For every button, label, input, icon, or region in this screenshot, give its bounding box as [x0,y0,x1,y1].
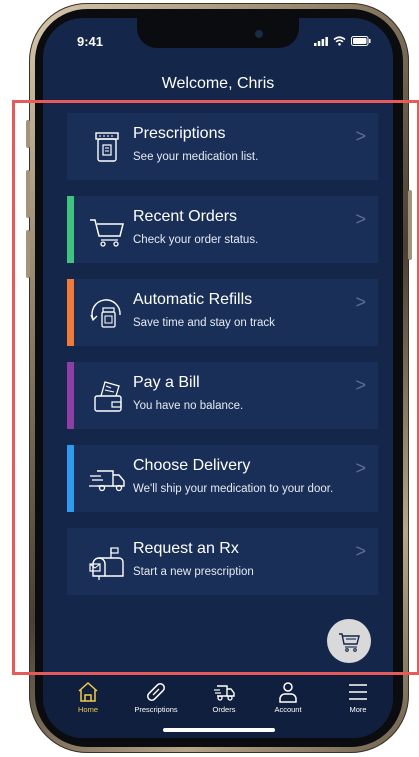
request-rx-card[interactable]: Request an Rx Start a new prescription > [67,528,378,595]
status-icons [314,36,371,46]
pill-icon [147,683,165,701]
card-title: Choose Delivery [133,457,251,474]
phone-volume-up-button [26,170,30,218]
signal-icon [314,37,328,46]
battery-icon [351,36,371,46]
person-icon [279,682,297,703]
card-subtitle: We'll ship your medication to your door. [133,483,334,495]
home-indicator[interactable] [163,728,275,732]
card-title: Automatic Refills [133,291,253,308]
delivery-truck-icon [89,470,125,492]
card-title: Prescriptions [133,125,226,142]
card-accent-bar [67,196,74,263]
wifi-icon [333,36,346,46]
card-title: Request an Rx [133,540,239,557]
shopping-cart-icon [90,219,124,247]
tab-more[interactable]: More [323,681,393,714]
card-subtitle: You have no balance. [133,400,244,412]
phone-volume-down-button [26,230,30,278]
app-screen: 9:41 Welcome, Chris Prescriptions See yo… [43,18,393,738]
prescription-bottle-icon [95,132,119,162]
card-accent-bar [67,362,74,429]
pay-a-bill-card[interactable]: Pay a Bill You have no balance. > [67,362,378,429]
shopping-cart-icon [339,633,360,652]
mailbox-icon [89,547,124,580]
chevron-right-icon: > [355,292,366,312]
phone-notch [137,18,299,48]
home-icon [78,681,98,702]
status-time: 9:41 [77,34,104,49]
card-subtitle: See your medication list. [133,151,259,163]
refill-bottle-icon [90,299,121,328]
wallet-icon [94,381,122,412]
welcome-heading: Welcome, Chris [161,75,275,92]
tab-label: Prescriptions [134,705,178,714]
card-title: Pay a Bill [133,374,200,391]
tab-label: Home [77,705,98,714]
tab-label: Orders [212,705,236,714]
camera-dot [255,30,263,38]
chevron-right-icon: > [355,458,366,478]
card-accent-bar [67,445,74,512]
phone-side-button [26,120,30,148]
tab-home[interactable]: Home [53,681,123,714]
card-subtitle: Save time and stay on track [133,317,275,329]
delivery-truck-icon [214,685,235,701]
cart-button[interactable] [327,619,371,663]
chevron-right-icon: > [355,375,366,395]
tab-orders[interactable]: Orders [189,681,259,714]
chevron-right-icon: > [355,209,366,229]
phone-power-button [408,190,412,260]
card-accent-bar [67,279,74,346]
chevron-right-icon: > [355,126,366,146]
tab-label: More [349,705,367,714]
chevron-right-icon: > [355,541,366,561]
automatic-refills-card[interactable]: Automatic Refills Save time and stay on … [67,279,378,346]
card-title: Recent Orders [133,208,238,225]
tab-account[interactable]: Account [253,681,323,714]
choose-delivery-card[interactable]: Choose Delivery We'll ship your medicati… [67,445,378,512]
card-subtitle: Start a new prescription [133,566,254,578]
tab-prescriptions[interactable]: Prescriptions [121,681,191,714]
tab-label: Account [274,705,302,714]
recent-orders-card[interactable]: Recent Orders Check your order status. > [67,196,378,263]
menu-icon [349,684,367,700]
prescriptions-card[interactable]: Prescriptions See your medication list. … [67,113,378,180]
card-subtitle: Check your order status. [133,234,259,246]
